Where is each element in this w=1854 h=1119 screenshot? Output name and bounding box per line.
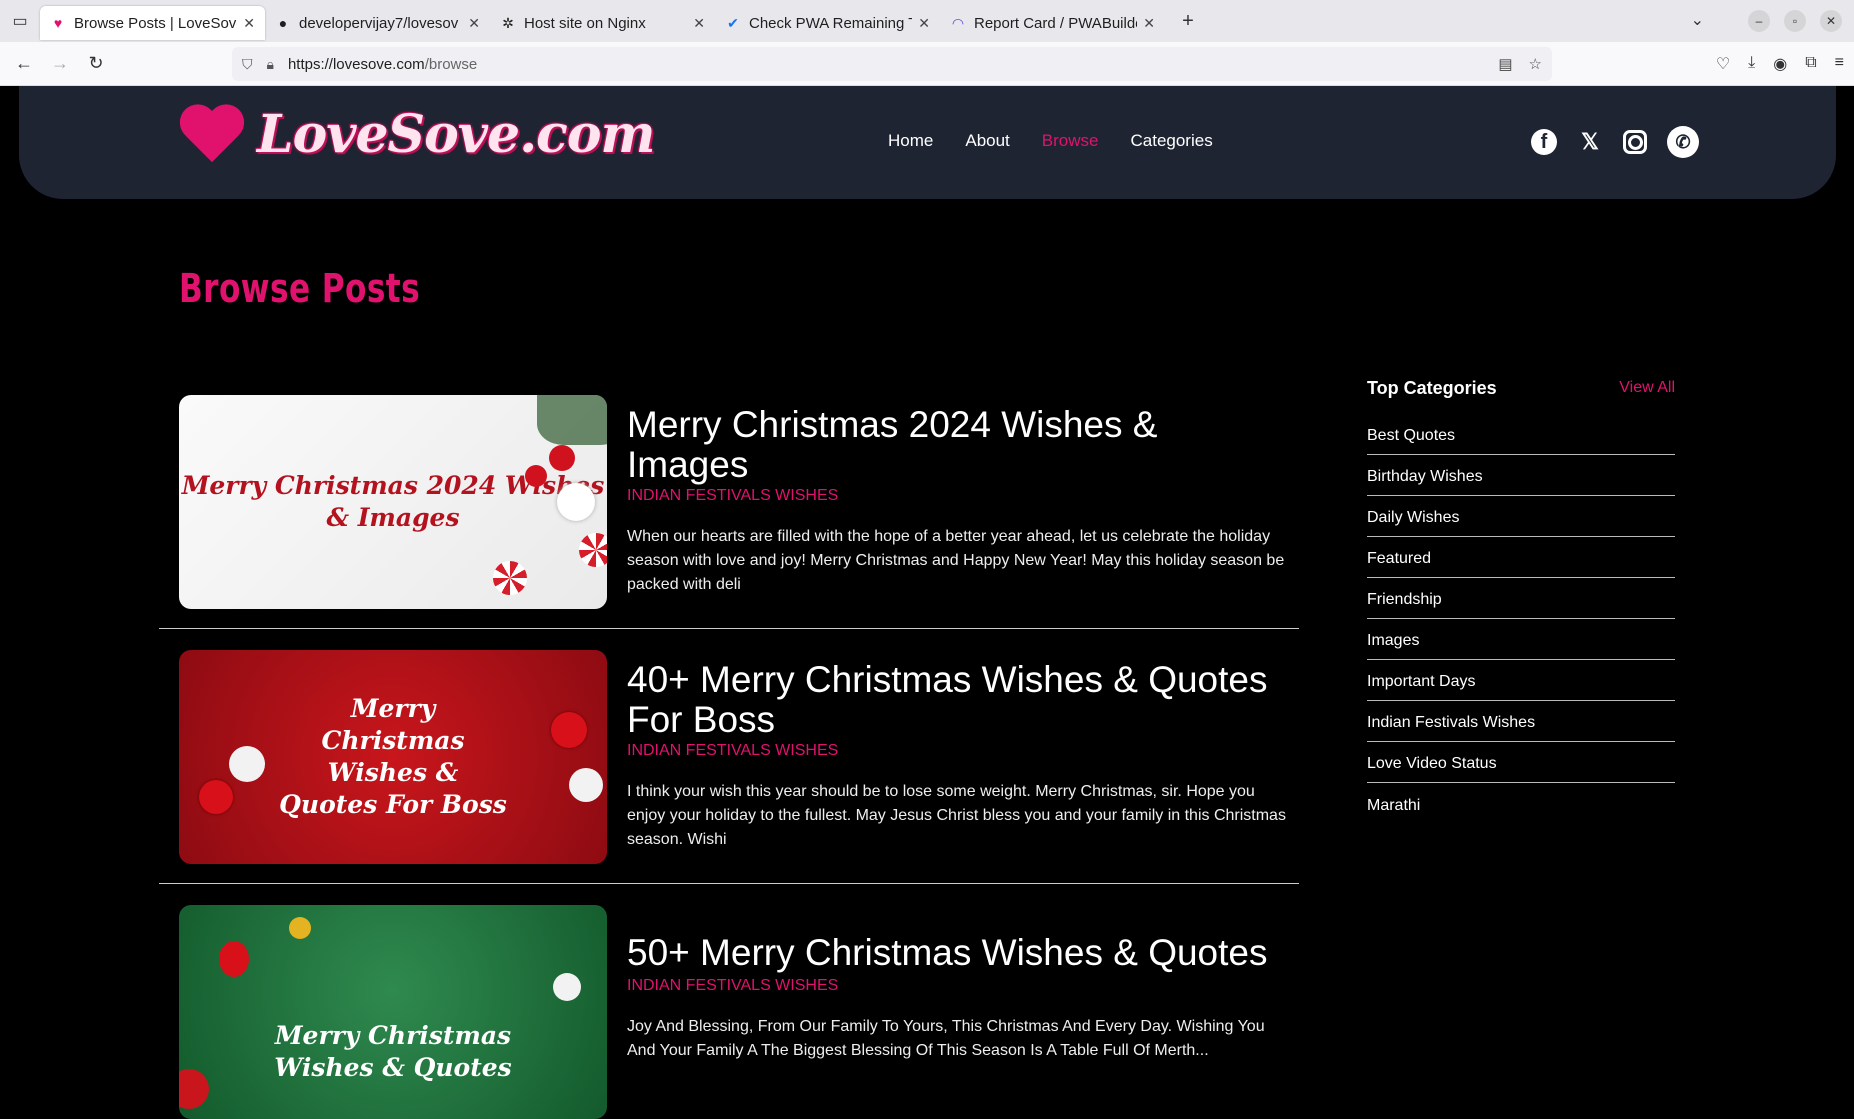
browser-nav-bar: ← → ↻ ⛉ 🔒︎ https://lovesove.com/browse ▤… (0, 42, 1854, 86)
top-categories-sidebar: Top Categories View All Best Quotes Birt… (1367, 376, 1675, 824)
social-links: f 𝕏 ✆ (1531, 126, 1699, 158)
forward-button[interactable]: → (42, 53, 78, 74)
pwabuilder-icon: ◠ (951, 14, 965, 31)
whatsapp-icon[interactable]: ✆ (1667, 126, 1699, 158)
facebook-icon[interactable]: f (1531, 129, 1557, 155)
tab-title: Host site on Nginx (524, 14, 646, 32)
post-excerpt: Joy And Blessing, From Our Family To You… (627, 1018, 1265, 1059)
shield-icon[interactable]: ⛉ (242, 56, 253, 73)
back-button[interactable]: ← (6, 53, 42, 74)
site-logo[interactable]: LoveSove.com (179, 104, 656, 165)
category-item[interactable]: Important Days (1367, 660, 1675, 701)
post-card[interactable]: Merry Christmas 2024 Wishes & Images Mer… (159, 395, 1299, 630)
chevron-down-icon[interactable]: ⌄ (1691, 10, 1704, 30)
post-thumbnail[interactable]: Merry Christmas 2024 Wishes & Images (179, 395, 607, 609)
tab-overview-icon[interactable]: ▭ (0, 0, 40, 42)
tab-browse-posts[interactable]: ♥ Browse Posts | LoveSove ✕ (40, 6, 265, 40)
post-category[interactable]: INDIAN FESTIVALS WISHES (627, 977, 838, 995)
close-icon[interactable]: ✕ (693, 15, 705, 32)
main-nav: Home About Browse Categories (888, 131, 1213, 151)
post-thumbnail[interactable]: Merry Christmas Wishes & Quotes (179, 905, 607, 1119)
tab-check-pwa[interactable]: ✔ Check PWA Remaining T ✕ (715, 6, 940, 40)
pocket-icon[interactable]: ♡ (1716, 54, 1730, 74)
nav-browse[interactable]: Browse (1042, 131, 1099, 151)
lock-icon[interactable]: 🔒︎ (267, 56, 274, 73)
menu-icon[interactable]: ≡ (1835, 54, 1844, 74)
close-icon[interactable]: ✕ (243, 15, 255, 32)
heart-logo-icon (179, 106, 245, 164)
minimize-button[interactable]: – (1748, 10, 1770, 32)
category-item[interactable]: Daily Wishes (1367, 496, 1675, 537)
tab-pwabuilder[interactable]: ◠ Report Card / PWABuilde ✕ (940, 6, 1165, 40)
openai-icon: ✲ (502, 14, 514, 31)
nav-home[interactable]: Home (888, 131, 933, 151)
page-title: Browse Posts (179, 266, 421, 312)
tab-title: Browse Posts | LoveSove (74, 14, 238, 32)
heart-icon: ♥ (53, 15, 63, 31)
logo-wordmark: LoveSove.com (257, 104, 656, 165)
nav-about[interactable]: About (965, 131, 1009, 151)
account-icon[interactable]: ◉ (1773, 54, 1787, 74)
post-excerpt: I think your wish this year should be to… (627, 783, 1286, 848)
tab-title: Report Card / PWABuilde (974, 14, 1138, 32)
url-host: https://lovesove.com (287, 55, 425, 73)
category-item[interactable]: Featured (1367, 537, 1675, 578)
new-tab-button[interactable]: + (1173, 10, 1203, 33)
post-title[interactable]: 40+ Merry Christmas Wishes & Quotes For … (627, 660, 1287, 740)
post-divider (159, 628, 1299, 629)
view-all-link[interactable]: View All (1619, 379, 1675, 397)
sidebar-title: Top Categories (1367, 377, 1497, 398)
close-icon[interactable]: ✕ (1143, 15, 1155, 32)
reader-view-icon[interactable]: ▤ (1498, 55, 1512, 73)
check-icon: ✔ (727, 14, 739, 31)
tab-title: Check PWA Remaining T (749, 14, 913, 32)
x-icon[interactable]: 𝕏 (1577, 129, 1603, 155)
sidebar-header: Top Categories View All (1367, 376, 1675, 400)
tab-github[interactable]: ● developervijay7/lovesov ✕ (265, 6, 490, 40)
post-excerpt: When our hearts are filled with the hope… (627, 528, 1285, 593)
post-title[interactable]: Merry Christmas 2024 Wishes & Images (627, 405, 1287, 485)
close-icon[interactable]: ✕ (918, 15, 930, 32)
tab-title: developervijay7/lovesov (299, 14, 459, 32)
category-item[interactable]: Love Video Status (1367, 742, 1675, 783)
category-item[interactable]: Best Quotes (1367, 414, 1675, 455)
close-icon[interactable]: ✕ (468, 15, 480, 32)
category-list: Best Quotes Birthday Wishes Daily Wishes… (1367, 414, 1675, 824)
thumbnail-text: Merry Christmas Wishes & Quotes For Boss (279, 694, 507, 819)
category-item[interactable]: Marathi (1367, 783, 1675, 824)
post-card[interactable]: Merry Christmas Wishes & Quotes For Boss… (159, 650, 1299, 885)
instagram-icon[interactable] (1623, 130, 1647, 154)
tab-host-nginx[interactable]: ✲ Host site on Nginx ✕ (490, 6, 715, 40)
thumbnail-text: Merry Christmas Wishes & Quotes (274, 1021, 512, 1082)
browser-tab-bar: ▭ ♥ Browse Posts | LoveSove ✕ ● develope… (0, 0, 1854, 42)
post-thumbnail[interactable]: Merry Christmas Wishes & Quotes For Boss (179, 650, 607, 864)
download-icon[interactable]: ⤓ (1748, 54, 1755, 74)
extensions-icon[interactable]: ⧉ (1805, 54, 1816, 74)
category-item[interactable]: Indian Festivals Wishes (1367, 701, 1675, 742)
post-category[interactable]: INDIAN FESTIVALS WISHES (627, 487, 838, 505)
category-item[interactable]: Birthday Wishes (1367, 455, 1675, 496)
post-card[interactable]: Merry Christmas Wishes & Quotes 50+ Merr… (159, 905, 1299, 1119)
nav-categories[interactable]: Categories (1130, 131, 1212, 151)
category-item[interactable]: Images (1367, 619, 1675, 660)
post-title[interactable]: 50+ Merry Christmas Wishes & Quotes (627, 933, 1287, 973)
close-window-button[interactable]: ✕ (1820, 10, 1842, 32)
url-path: /browse (424, 55, 478, 73)
post-divider (159, 883, 1299, 884)
address-bar[interactable]: ⛉ 🔒︎ https://lovesove.com/browse ▤ ☆ (232, 47, 1552, 81)
reload-button[interactable]: ↻ (78, 53, 114, 74)
post-category[interactable]: INDIAN FESTIVALS WISHES (627, 742, 838, 760)
bookmark-star-icon[interactable]: ☆ (1529, 55, 1542, 73)
restore-button[interactable]: ▫ (1784, 10, 1806, 32)
category-item[interactable]: Friendship (1367, 578, 1675, 619)
github-icon: ● (278, 15, 288, 31)
